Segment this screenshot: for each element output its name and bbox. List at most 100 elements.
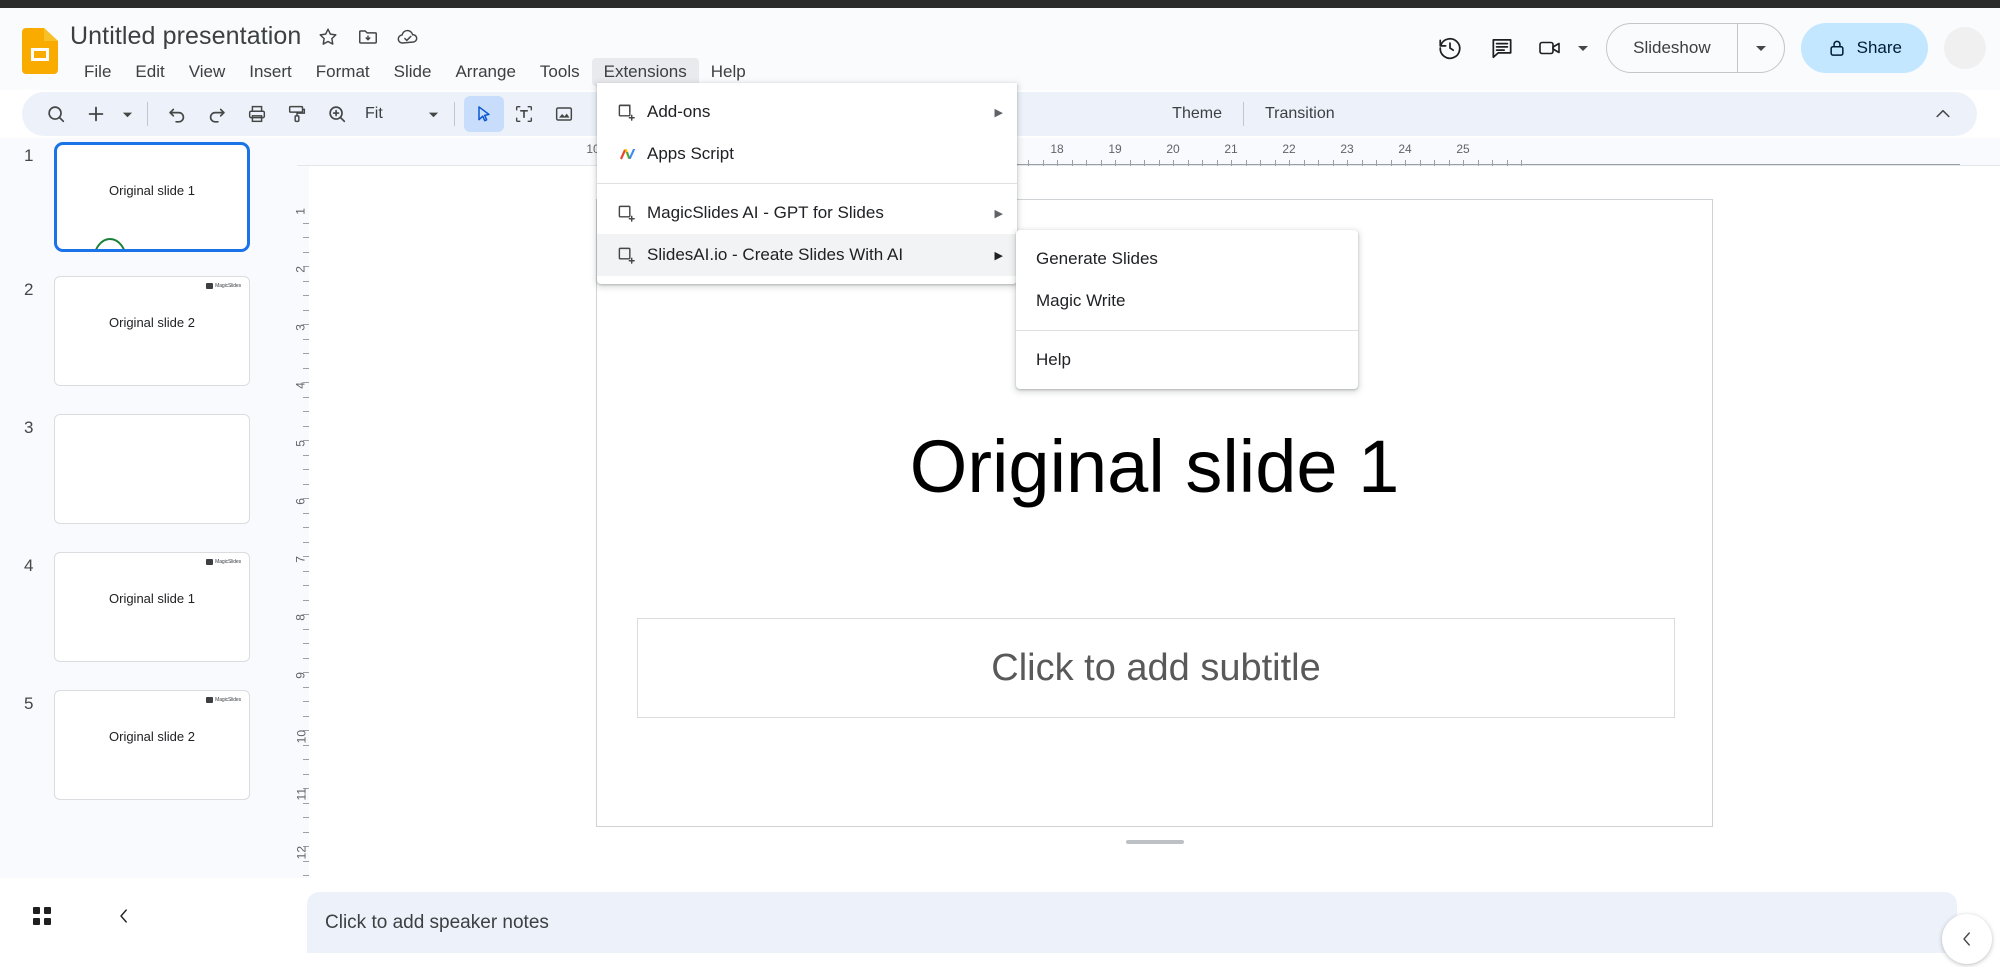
- slide-thumbnail[interactable]: MagicSlides Original slide 2: [54, 276, 250, 386]
- ruler-label: 19: [1108, 142, 1121, 156]
- horizontal-ruler[interactable]: 10111213141516171819202122232425: [297, 138, 2000, 166]
- slide-thumbnail-title: Original slide 2: [55, 315, 249, 330]
- list-item[interactable]: 4 MagicSlides Original slide 1: [0, 548, 297, 686]
- slideshow-button[interactable]: Slideshow: [1607, 24, 1737, 72]
- ruler-label: 25: [1456, 142, 1469, 156]
- tab-theme[interactable]: Theme: [1160, 99, 1234, 129]
- submenu-item-generate-slides[interactable]: Generate Slides: [1016, 238, 1358, 280]
- list-item[interactable]: 2 MagicSlides Original slide 2: [0, 272, 297, 410]
- collapse-toolbar-icon[interactable]: [1923, 96, 1963, 132]
- slide-thumbnail[interactable]: MagicSlides Original slide 1: [54, 552, 250, 662]
- menu-item-add-ons[interactable]: Add-ons ▶: [597, 91, 1017, 133]
- notes-left-controls: [22, 896, 144, 936]
- print-icon[interactable]: [237, 96, 277, 132]
- menu-edit[interactable]: Edit: [123, 58, 176, 86]
- menu-divider: [597, 183, 1017, 184]
- meet-dropdown-icon[interactable]: [1572, 22, 1594, 74]
- ruler-label: 10: [294, 730, 308, 743]
- list-item[interactable]: 3: [0, 410, 297, 548]
- zoom-icon[interactable]: [317, 96, 357, 132]
- slideshow-split-button: Slideshow: [1606, 23, 1785, 73]
- menu-item-apps-script[interactable]: Apps Script: [597, 133, 1017, 175]
- share-button[interactable]: Share: [1801, 23, 1928, 73]
- magicslides-watermark-icon: MagicSlides: [206, 559, 241, 565]
- slide-subtitle-placeholder-text: Click to add subtitle: [991, 647, 1321, 690]
- slidesai-submenu[interactable]: Generate Slides Magic Write Help: [1016, 230, 1358, 389]
- menu-arrange[interactable]: Arrange: [443, 58, 527, 86]
- menu-tools[interactable]: Tools: [528, 58, 592, 86]
- menu-format[interactable]: Format: [304, 58, 382, 86]
- select-tool-icon[interactable]: [464, 96, 504, 132]
- tab-transition[interactable]: Transition: [1253, 99, 1347, 129]
- ruler-label: 6: [294, 498, 308, 505]
- chevron-right-icon: ▶: [985, 106, 1003, 119]
- menu-item-label: MagicSlides AI - GPT for Slides: [647, 203, 985, 223]
- submenu-item-magic-write[interactable]: Magic Write: [1016, 280, 1358, 322]
- ruler-label: 24: [1398, 142, 1411, 156]
- collapse-filmstrip-icon[interactable]: [104, 896, 144, 936]
- extensions-dropdown-menu[interactable]: Add-ons ▶ Apps Script MagicSlides AI - G…: [597, 83, 1017, 284]
- new-slide-icon[interactable]: [76, 96, 116, 132]
- page-title[interactable]: Untitled presentation: [70, 22, 301, 51]
- slide-filmstrip[interactable]: 1 Original slide 1 2 MagicSlides Origina…: [0, 138, 297, 878]
- slideshow-options-button[interactable]: [1738, 24, 1784, 72]
- menu-item-magicslides[interactable]: MagicSlides AI - GPT for Slides ▶: [597, 192, 1017, 234]
- ruler-label: 22: [1282, 142, 1295, 156]
- paint-format-icon[interactable]: [277, 96, 317, 132]
- ruler-label: 20: [1166, 142, 1179, 156]
- slide-thumbnail[interactable]: Original slide 1: [54, 142, 250, 252]
- slide-title-text[interactable]: Original slide 1: [597, 424, 1712, 509]
- grid-view-icon[interactable]: [22, 896, 62, 936]
- header-actions: Slideshow Share: [1424, 16, 1986, 80]
- browser-chrome-strip: [0, 0, 2000, 8]
- slides-app-icon: [22, 28, 58, 74]
- vertical-ruler-track: 1234567891011121314: [283, 166, 309, 878]
- search-icon[interactable]: [36, 96, 76, 132]
- app-header: Untitled presentation File Edit View Ins…: [0, 8, 2000, 90]
- menu-insert[interactable]: Insert: [237, 58, 304, 86]
- menu-slide[interactable]: Slide: [382, 58, 444, 86]
- share-label: Share: [1857, 38, 1902, 58]
- speaker-notes-input[interactable]: Click to add speaker notes: [307, 892, 1957, 953]
- move-to-folder-icon[interactable]: [355, 24, 381, 50]
- vertical-ruler[interactable]: 1234567891011121314: [283, 166, 309, 878]
- divider: [1243, 102, 1244, 126]
- slide-thumbnail[interactable]: MagicSlides Original slide 2: [54, 690, 250, 800]
- new-slide-dropdown-icon[interactable]: [116, 96, 138, 132]
- slideshow-label: Slideshow: [1633, 38, 1711, 58]
- ruler-label: 9: [294, 672, 308, 679]
- menu-view[interactable]: View: [177, 58, 238, 86]
- comment-icon[interactable]: [1476, 22, 1528, 74]
- slide-number: 2: [24, 280, 33, 300]
- menu-help[interactable]: Help: [699, 58, 758, 86]
- slide-number: 4: [24, 556, 33, 576]
- version-history-icon[interactable]: [1424, 22, 1476, 74]
- submenu-item-help[interactable]: Help: [1016, 339, 1358, 381]
- zoom-dropdown-icon[interactable]: [423, 96, 445, 132]
- star-icon[interactable]: [315, 24, 341, 50]
- meet-camera-icon[interactable]: [1528, 22, 1572, 74]
- collapse-panel-fab[interactable]: [1942, 914, 1992, 964]
- ruler-label: 18: [1050, 142, 1063, 156]
- insert-image-icon[interactable]: [544, 96, 584, 132]
- cloud-saved-icon[interactable]: [395, 24, 421, 50]
- ruler-label: 4: [294, 382, 308, 389]
- addon-icon: [617, 204, 647, 223]
- list-item[interactable]: 5 MagicSlides Original slide 2: [0, 686, 297, 824]
- avatar[interactable]: [1944, 27, 1986, 69]
- menu-file[interactable]: File: [72, 58, 123, 86]
- text-box-icon[interactable]: [504, 96, 544, 132]
- redo-icon[interactable]: [197, 96, 237, 132]
- undo-icon[interactable]: [157, 96, 197, 132]
- slide-thumbnail[interactable]: [54, 414, 250, 524]
- menu-extensions[interactable]: Extensions: [592, 58, 699, 86]
- slide-subtitle-placeholder-box[interactable]: Click to add subtitle: [637, 618, 1675, 718]
- list-item[interactable]: 1 Original slide 1: [0, 138, 297, 272]
- menu-item-slidesai[interactable]: SlidesAI.io - Create Slides With AI ▶: [597, 234, 1017, 276]
- notes-resize-handle[interactable]: [1126, 840, 1184, 844]
- menu-divider: [1016, 330, 1358, 331]
- zoom-level-label[interactable]: Fit: [357, 105, 389, 123]
- ruler-label: 8: [294, 614, 308, 621]
- magicslides-watermark-icon: MagicSlides: [206, 283, 241, 289]
- slide-number: 5: [24, 694, 33, 714]
